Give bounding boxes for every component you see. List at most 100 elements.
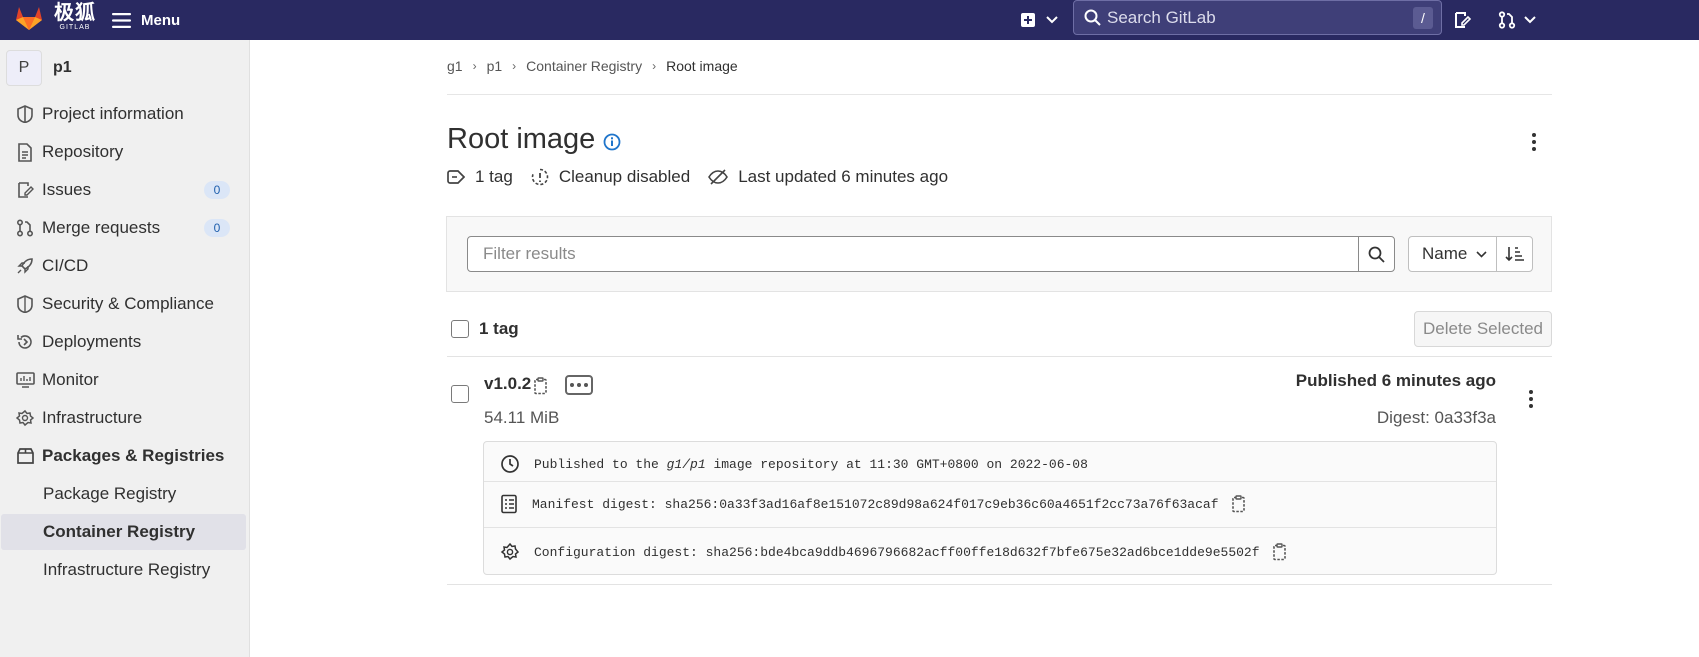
merge-request-icon (14, 217, 36, 239)
breadcrumb-link-project[interactable]: p1 (487, 58, 503, 74)
fox-logo-icon (16, 7, 42, 30)
shield-icon (14, 293, 36, 315)
copy-configuration-button[interactable] (1272, 542, 1290, 562)
search-icon (1084, 9, 1101, 26)
configuration-digest: Configuration digest: sha256:bde4bca9ddb… (534, 544, 1260, 560)
sidebar-item-issues[interactable]: Issues 0 (0, 172, 246, 208)
tag-digest: Digest: 0a33f3a (1376, 408, 1496, 427)
sidebar-item-security-compliance[interactable]: Security & Compliance (0, 286, 246, 322)
chevron-right-icon: › (512, 59, 517, 73)
select-all-checkbox[interactable] (451, 320, 469, 338)
merge-request-icon (1498, 11, 1516, 29)
sidebar-item-label: Project information (42, 104, 184, 123)
sidebar-item-label: Security & Compliance (42, 294, 214, 313)
breadcrumb-link-container-registry[interactable]: Container Registry (526, 58, 642, 74)
sidebar-item-monitor[interactable]: Monitor (0, 362, 246, 398)
new-dropdown[interactable] (1020, 8, 1058, 32)
copy-manifest-button[interactable] (1231, 494, 1249, 514)
gitlab-logo[interactable]: 极狐 GITLAB (14, 3, 96, 31)
issues-icon (1455, 12, 1471, 28)
sidebar-item-deployments[interactable]: Deployments (0, 324, 246, 360)
tag-count: 1 tag (475, 167, 513, 186)
tag-published: Published 6 minutes ago (1295, 371, 1496, 390)
issues-top-button[interactable] (1453, 8, 1471, 32)
project-avatar: P (6, 50, 42, 86)
eye-slash-icon (708, 169, 729, 185)
merge-requests-top-button[interactable] (1498, 8, 1536, 32)
plus-square-icon (1021, 13, 1035, 27)
sidebar-item-packages-registries[interactable]: Packages & Registries (0, 438, 246, 474)
sidebar-item-infrastructure[interactable]: Infrastructure (0, 400, 246, 436)
sidebar-item-repository[interactable]: Repository (0, 134, 246, 170)
sidebar-subitem-package-registry[interactable]: Package Registry (1, 476, 246, 512)
settings-icon (500, 542, 520, 561)
breadcrumb: g1 › p1 › Container Registry › Root imag… (447, 58, 738, 74)
sidebar-item-label: Infrastructure (42, 408, 143, 427)
delete-selected-button[interactable]: Delete Selected (1414, 311, 1552, 347)
search-input[interactable] (1107, 7, 1413, 28)
sidebar-item-merge-requests[interactable]: Merge requests 0 (0, 210, 246, 246)
cloud-gear-icon (14, 407, 36, 429)
list-header: 1 tag (451, 312, 519, 346)
copy-icon (534, 377, 547, 395)
sidebar-item-label: Merge requests (42, 218, 161, 237)
document-icon (14, 141, 36, 163)
cleanup-status: Cleanup disabled (558, 167, 691, 186)
filter-field[interactable] (467, 236, 1359, 272)
filter-search-button[interactable] (1358, 236, 1395, 272)
sidebar-project[interactable]: P p1 (6, 50, 72, 86)
configuration-digest-row: Configuration digest: sha256:bde4bca9ddb… (484, 530, 1496, 574)
tag-name: v1.0.2 (484, 374, 532, 393)
deployments-icon (14, 331, 36, 353)
sidebar-subitem-infrastructure-registry[interactable]: Infrastructure Registry (1, 552, 246, 588)
published-repo: g1/p1 (666, 456, 706, 472)
project-info-icon (14, 103, 36, 125)
menu-button[interactable]: Menu (112, 7, 180, 33)
tag-size: 54.11 MiB (484, 408, 560, 427)
info-icon[interactable] (603, 133, 621, 151)
sort-direction-button[interactable] (1496, 236, 1533, 272)
copy-tag-button[interactable] (533, 376, 551, 396)
page-actions-kebab[interactable] (1522, 128, 1546, 156)
manifest-digest: Manifest digest: sha256:0a33f3ad16af8e15… (532, 496, 1219, 512)
tag-actions-kebab[interactable] (1519, 385, 1543, 413)
tag-row-checkbox[interactable] (451, 385, 469, 403)
tag-details-toggle[interactable] (565, 375, 593, 395)
tag-icon (447, 170, 465, 184)
copy-icon (1272, 543, 1286, 561)
monitor-icon (14, 369, 36, 391)
list-tag-count: 1 tag (479, 319, 519, 338)
top-bar: 极狐 GITLAB Menu / (0, 0, 1699, 40)
tag-details-panel: Published to the g1/p1 image repository … (483, 441, 1497, 575)
hamburger-icon (112, 12, 131, 28)
sidebar-item-label: Deployments (42, 332, 142, 351)
logo-en-text: GITLAB (59, 24, 91, 31)
rocket-icon (14, 255, 36, 277)
page-title-row: Root image (447, 123, 621, 156)
chevron-right-icon: › (652, 59, 657, 73)
breadcrumb-current[interactable]: Root image (666, 58, 738, 74)
chevron-down-icon (1524, 16, 1536, 24)
sort-dropdown[interactable]: Name (1408, 236, 1497, 272)
filter-panel: Name (446, 216, 1552, 292)
sidebar: P p1 Project information Repository Issu… (0, 40, 250, 657)
menu-label: Menu (141, 11, 181, 29)
chevron-down-icon (1476, 250, 1487, 258)
published-prefix: Published to the (534, 456, 667, 472)
page-title: Root image (447, 123, 596, 155)
project-name: p1 (53, 59, 72, 76)
issues-icon (14, 179, 36, 201)
divider (447, 94, 1552, 95)
sidebar-item-ci-cd[interactable]: CI/CD (0, 248, 246, 284)
search-icon (1368, 246, 1385, 263)
chevron-right-icon: › (472, 59, 477, 73)
sidebar-subitem-container-registry[interactable]: Container Registry (1, 514, 246, 550)
sidebar-item-label: Packages & Registries (42, 446, 225, 465)
breadcrumb-link-group[interactable]: g1 (447, 58, 463, 74)
cleanup-icon (531, 168, 549, 186)
published-suffix: image repository at 11:30 GMT+0800 on 20… (705, 456, 1088, 472)
sidebar-item-project-information[interactable]: Project information (0, 96, 246, 132)
last-updated: Last updated 6 minutes ago (738, 167, 949, 186)
search-box[interactable]: / (1073, 0, 1442, 35)
filter-input[interactable] (483, 244, 1358, 264)
